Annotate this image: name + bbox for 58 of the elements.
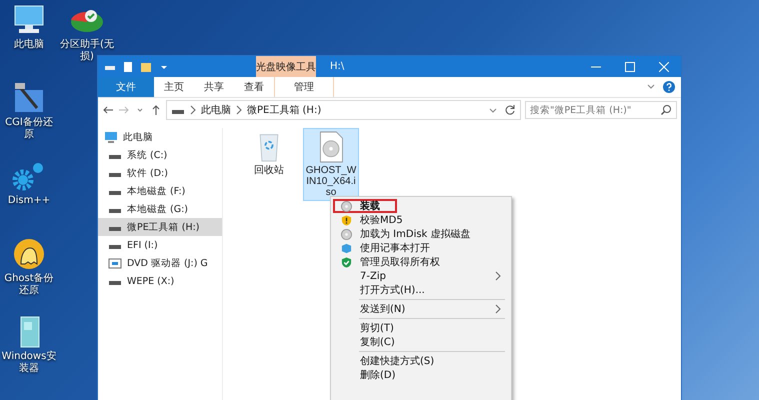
breadcrumb[interactable]: 微PE工具箱 (H:) [247,103,322,117]
menu-item[interactable]: 校验MD5 [333,213,509,227]
desktop-icon-label[interactable]: CGI备份还原 [1,117,57,140]
menu-item[interactable]: 删除(D) [333,368,509,382]
file-item[interactable]: 回收站 [241,128,297,179]
up-arrow-icon[interactable] [150,104,162,116]
nav-item[interactable]: 本地磁盘 (F:) [98,182,222,200]
desktop-icon-label[interactable]: Dism++ [1,195,57,206]
nav-item[interactable]: WEPE (X:) [98,272,222,290]
close-icon[interactable] [659,62,669,72]
menu-item[interactable]: 打开方式(H)... [333,283,509,297]
nav-item[interactable]: 系统 (C:) [98,146,222,164]
file-name: GHOST_WIN10_X64.iso [305,165,357,198]
nav-item[interactable]: EFI (I:) [98,236,222,254]
nav-item[interactable]: DVD 驱动器 (J:) G [98,254,222,272]
nav-item[interactable]: 微PE工具箱 (H:) [98,218,222,236]
cube-icon [341,242,352,254]
check-shield-icon [341,256,352,268]
help-icon[interactable] [663,81,675,93]
nav-item[interactable]: 此电脑 [98,128,222,146]
menu-item[interactable]: 剪切(T) [333,321,509,335]
folder-icon[interactable] [140,60,152,72]
file-item[interactable]: GHOST_WIN10_X64.iso [303,128,359,201]
desktop-icon-label[interactable]: 分区助手(无损) [59,39,115,62]
breadcrumb[interactable]: 此电脑 [201,103,231,117]
desktop-icon-label[interactable]: 此电脑 [1,39,57,50]
menu-item[interactable]: 装载 [333,199,397,213]
menu-item[interactable]: 创建快捷方式(S) [333,354,509,368]
menu-item[interactable]: 7-Zip [333,269,509,283]
menu-item[interactable]: 管理员取得所有权 [333,255,509,269]
window-title: H:\ [329,60,346,74]
ghost-icon [11,238,47,270]
nav-item[interactable]: 软件 (D:) [98,164,222,182]
disc-icon [341,228,352,240]
chevron-icon [236,105,242,115]
maximize-icon[interactable] [625,62,635,72]
chevron-icon [190,105,196,115]
disc-icon [341,200,352,212]
ribbon-tab[interactable]: 文件 [98,77,154,97]
monitor-icon [104,131,118,143]
warning-shield-icon [341,214,352,226]
search-field[interactable]: 搜索"微PE工具箱 (H:)" [525,101,677,119]
dvd-drive-icon [108,257,122,269]
back-arrow-icon[interactable] [102,104,114,116]
address-bar[interactable]: 此电脑 微PE工具箱 (H:) [166,100,521,120]
menu-item[interactable]: 加载为 ImDisk 虚拟磁盘 [333,227,509,241]
refresh-icon[interactable] [504,104,516,116]
desktop-icon-label[interactable]: Windows安装器 [1,351,57,374]
menu-item[interactable]: 发送到(N) [333,302,509,316]
menu-item[interactable]: 复制(C) [333,335,509,349]
search-icon [660,104,672,116]
ribbon-tab[interactable]: 管理 [274,77,334,97]
menu-item[interactable]: 使用记事本打开 [333,241,509,255]
nav-item[interactable]: 本地磁盘 (G:) [98,200,222,218]
file-name: 回收站 [253,165,285,176]
desktop-icon-label[interactable]: Ghost备份还原 [1,273,57,296]
contextual-tab-label: 光盘映像工具 [256,56,316,77]
document-icon[interactable] [122,60,134,72]
